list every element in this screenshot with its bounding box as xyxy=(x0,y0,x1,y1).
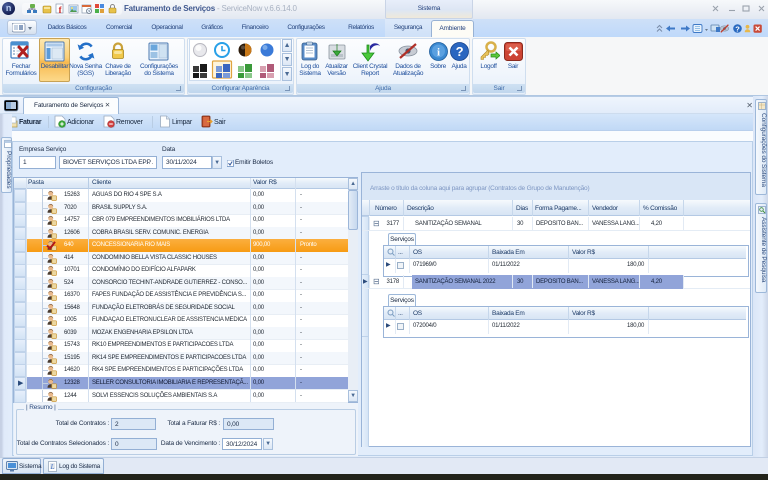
svg-text:i: i xyxy=(437,47,440,59)
svg-text:?: ? xyxy=(456,44,464,59)
svg-text:L: L xyxy=(50,463,55,471)
svg-text:?: ? xyxy=(735,25,740,34)
